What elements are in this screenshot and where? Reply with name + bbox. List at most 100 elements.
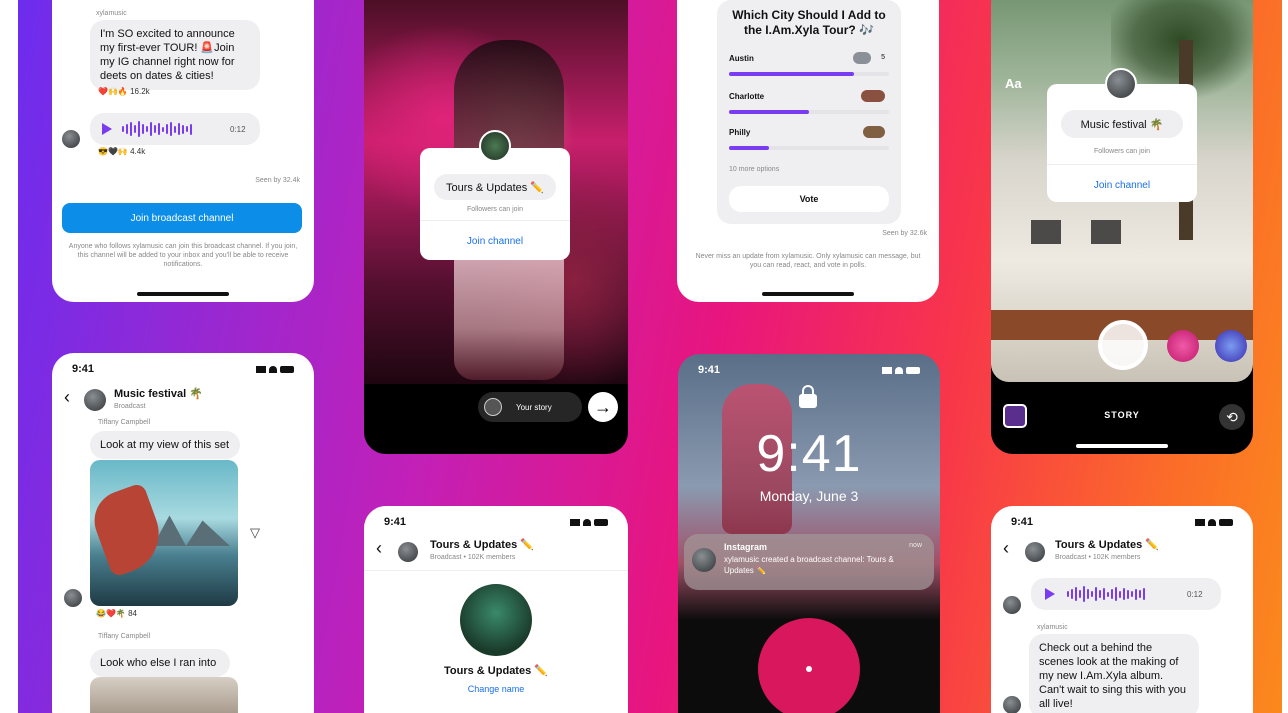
share-icon[interactable]: ▽ <box>250 525 260 541</box>
chat-title: Tours & Updates ✏️ <box>1055 539 1159 551</box>
home-indicator <box>1076 444 1168 448</box>
effect-button[interactable] <box>1215 330 1247 362</box>
seen-count: Seen by 32.4k <box>255 177 300 184</box>
more-options[interactable]: 10 more options <box>729 166 779 173</box>
chat-title: Music festival 🌴 <box>114 388 203 400</box>
building-window <box>1091 220 1121 244</box>
channel-name: Tours & Updates ✏️ <box>444 665 548 677</box>
flip-camera-button[interactable]: ⟲ <box>1219 404 1245 430</box>
arrow-right-icon: → <box>594 396 612 417</box>
chat-subtitle: Broadcast • 102K members <box>1055 554 1141 561</box>
right-white-border <box>1282 0 1288 713</box>
sticker-channel-name: Music festival 🌴 <box>1061 110 1183 138</box>
lock-icon <box>799 385 817 408</box>
text-tool-label[interactable]: Aa <box>1005 76 1022 91</box>
channel-avatar <box>398 542 418 562</box>
mode-label[interactable]: STORY <box>991 410 1253 420</box>
shutter-button[interactable] <box>1098 320 1148 370</box>
status-time: 9:41 <box>72 363 95 375</box>
channel-avatar <box>84 389 106 411</box>
notification-text: xylamusic created a broadcast channel: T… <box>724 555 894 575</box>
chat-subtitle: Broadcast <box>114 403 146 410</box>
voice-message[interactable]: 0:12 <box>1031 578 1221 610</box>
broadcast-disclaimer: Anyone who follows xylamusic can join th… <box>68 243 298 268</box>
message-sender: Tiffany Campbell <box>98 633 151 640</box>
option-bar <box>729 72 889 76</box>
phone-poll: Which City Should I Add to the I.Am.Xyla… <box>677 0 939 302</box>
shared-photo-person[interactable] <box>90 677 238 713</box>
join-channel-link[interactable]: Join channel <box>420 236 570 247</box>
message-reactions[interactable]: 😂❤️🌴 84 <box>96 609 137 618</box>
message-bubble[interactable]: Check out a behind the scenes look at th… <box>1029 634 1199 713</box>
notification-time: now <box>909 542 922 549</box>
share-arrow-button[interactable]: → <box>588 392 618 422</box>
option-label: Philly <box>729 128 751 137</box>
notification-card[interactable]: Instagram now xylamusic created a broadc… <box>684 534 934 590</box>
option-bar <box>729 110 889 114</box>
channel-sticker[interactable]: Tours & Updates ✏️ Followers can join Jo… <box>420 130 570 260</box>
message-reactions[interactable]: ❤️🙌🔥 16.2k <box>98 87 150 96</box>
play-icon[interactable] <box>1045 588 1055 600</box>
channel-avatar <box>1025 542 1045 562</box>
sender-avatar <box>1003 696 1021 713</box>
your-story-label: Your story <box>516 402 552 412</box>
voter-avatars <box>863 126 885 138</box>
lock-clock: 9:41 <box>756 425 862 483</box>
status-time: 9:41 <box>1011 516 1034 528</box>
shared-photo-stage[interactable] <box>90 460 238 606</box>
sticker-channel-name: Tours & Updates ✏️ <box>434 174 556 200</box>
back-chevron-icon[interactable]: ‹ <box>1003 538 1009 559</box>
performer-jump <box>90 482 170 578</box>
voice-message[interactable]: 0:12 <box>90 113 260 145</box>
join-broadcast-button[interactable]: Join broadcast channel <box>62 203 302 233</box>
vote-button[interactable]: Vote <box>729 186 889 212</box>
sticker-subtitle: Followers can join <box>1093 148 1151 155</box>
channel-photo[interactable] <box>460 584 532 656</box>
sticker-subtitle: Followers can join <box>466 206 524 213</box>
option-bar <box>729 146 889 150</box>
voice-waveform <box>122 121 192 137</box>
sender-avatar <box>64 589 82 607</box>
your-story-button[interactable]: Your story <box>478 392 582 422</box>
building-window <box>1031 220 1061 244</box>
change-name-link[interactable]: Change name <box>364 684 628 694</box>
status-time: 9:41 <box>698 364 721 376</box>
status-icons <box>570 516 608 528</box>
status-bar: 9:41 <box>698 364 920 376</box>
message-bubble[interactable]: Look who else I ran into <box>90 649 230 677</box>
option-label: Charlotte <box>729 92 765 101</box>
play-icon[interactable] <box>102 123 112 135</box>
seen-count: Seen by 32.6k <box>882 230 927 237</box>
join-channel-link[interactable]: Join channel <box>1047 180 1197 191</box>
sender-avatar <box>1003 596 1021 614</box>
voter-avatars <box>853 52 871 64</box>
left-white-border <box>0 0 18 713</box>
voice-duration: 0:12 <box>230 125 246 134</box>
channel-avatar <box>1105 68 1137 100</box>
sender-avatar <box>62 130 80 148</box>
status-icons <box>882 364 920 376</box>
message-sender: Tiffany Campbell <box>98 419 151 426</box>
status-time: 9:41 <box>384 516 407 528</box>
back-chevron-icon[interactable]: ‹ <box>64 387 70 408</box>
flip-camera-icon: ⟲ <box>1226 408 1238 425</box>
voter-avatars <box>861 90 885 102</box>
phone-broadcast-invite: xylamusic I'm SO excited to announce my … <box>52 0 314 302</box>
voice-reactions[interactable]: 😎🖤🙌 4.4k <box>98 147 145 156</box>
avatar-icon <box>484 398 502 416</box>
back-chevron-icon[interactable]: ‹ <box>376 538 382 559</box>
option-label: Austin <box>729 54 754 63</box>
status-bar: 9:41 <box>384 516 608 528</box>
voice-duration: 0:12 <box>1187 590 1203 599</box>
message-bubble[interactable]: I'm SO excited to announce my first-ever… <box>90 20 260 90</box>
home-indicator <box>137 292 229 296</box>
effect-button[interactable] <box>1167 330 1199 362</box>
voice-waveform <box>1067 586 1145 602</box>
channel-footer-note: Never miss an update from xylamusic. Onl… <box>695 253 921 269</box>
status-bar: 9:41 <box>1011 516 1233 528</box>
channel-sticker[interactable]: Music festival 🌴 Followers can join Join… <box>1047 68 1197 202</box>
notification-app: Instagram <box>724 542 768 552</box>
status-icons <box>1195 516 1233 528</box>
channel-avatar <box>479 130 511 162</box>
message-bubble[interactable]: Look at my view of this set <box>90 431 240 459</box>
